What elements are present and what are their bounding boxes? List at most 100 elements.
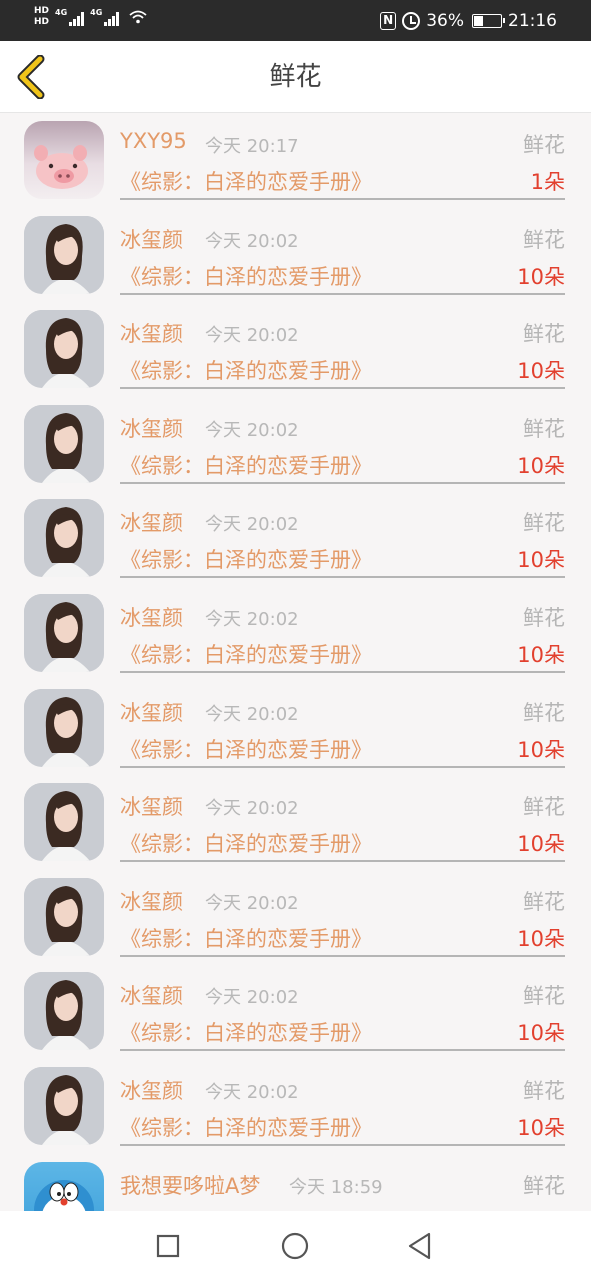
gift-type-label: 鲜花 bbox=[523, 1079, 565, 1103]
wifi-icon bbox=[129, 10, 147, 24]
status-left: HD HD 4G 4G bbox=[34, 6, 147, 28]
timestamp: 今天 20:02 bbox=[205, 798, 299, 820]
list-item-content: 冰玺颜 今天 20:02 鲜花《综影：白泽的恋爱手册》 10朵 bbox=[120, 775, 565, 863]
book-title[interactable]: 《综影：白泽的恋爱手册》 bbox=[120, 639, 372, 669]
avatar[interactable] bbox=[24, 688, 104, 767]
list-item[interactable]: 冰玺颜 今天 20:02 鲜花《综影：白泽的恋爱手册》 10朵 bbox=[0, 775, 591, 870]
hd-indicator: HD HD bbox=[34, 6, 49, 28]
battery-icon: ⚡ bbox=[472, 13, 505, 28]
clock: 21:16 bbox=[508, 10, 557, 31]
gift-type-label: 鲜花 bbox=[523, 133, 565, 157]
list-item[interactable]: 冰玺颜 今天 20:02 鲜花 《综影：白泽的恋爱手册》 10朵 bbox=[0, 208, 591, 303]
username[interactable]: 冰玺颜 bbox=[120, 886, 183, 916]
pig-avatar-art bbox=[34, 145, 88, 189]
book-title[interactable]: 《综影：白泽的恋爱手册》 bbox=[120, 544, 372, 574]
gift-count: 10朵 bbox=[517, 832, 565, 857]
gift-count: 10朵 bbox=[517, 548, 565, 573]
timestamp: 今天 20:02 bbox=[205, 1082, 299, 1103]
username[interactable]: 冰玺颜 bbox=[120, 507, 183, 537]
list-item-content: 冰玺颜 今天 20:02 鲜花 《综影：白泽的恋爱手册》 10朵 bbox=[120, 681, 565, 768]
hd2-label: HD bbox=[34, 17, 50, 27]
avatar[interactable] bbox=[24, 877, 104, 956]
avatar[interactable] bbox=[24, 310, 104, 389]
woman-avatar-art bbox=[24, 972, 104, 1051]
avatar[interactable] bbox=[24, 594, 104, 672]
book-title[interactable]: 《综影：白泽的恋爱手册》 bbox=[120, 261, 372, 291]
username[interactable]: YXY95 bbox=[120, 129, 187, 153]
gift-type-label: 鲜花 bbox=[523, 227, 565, 252]
gift-count: 10朵 bbox=[517, 1021, 565, 1046]
timestamp: 今天 20:02 bbox=[205, 514, 299, 536]
timestamp: 今天 18:59 bbox=[289, 1176, 383, 1198]
avatar[interactable] bbox=[24, 499, 104, 578]
gift-type-label: 鲜花 bbox=[523, 416, 565, 441]
list-item-content: YXY95 今天 20:17 鲜花 《综影：白泽的恋爱手册》 1朵 bbox=[120, 113, 565, 200]
avatar[interactable] bbox=[24, 404, 104, 483]
navigation-bar bbox=[0, 1211, 591, 1280]
woman-avatar-art bbox=[24, 310, 104, 389]
username[interactable]: 冰玺颜 bbox=[120, 980, 183, 1010]
book-title[interactable]: 《综影：白泽的恋爱手册》 bbox=[120, 166, 372, 196]
flower-gift-list[interactable]: YXY95 今天 20:17 鲜花 《综影：白泽的恋爱手册》 1朵 冰玺颜 今天 20:02… bbox=[0, 113, 591, 1211]
timestamp: 今天 20:02 bbox=[205, 609, 299, 630]
battery-percent: 36% bbox=[426, 10, 464, 31]
doraemon-avatar-art bbox=[34, 1179, 94, 1211]
gift-type-label: 鲜花 bbox=[523, 795, 565, 820]
gift-type-label: 鲜花 bbox=[523, 511, 565, 536]
list-item[interactable]: 冰玺颜 今天 20:02 鲜花 《综影：白泽的恋爱手册》 10朵 bbox=[0, 586, 591, 681]
avatar[interactable] bbox=[24, 972, 104, 1051]
username[interactable]: 冰玺颜 bbox=[120, 602, 183, 632]
gift-type-label: 鲜花 bbox=[523, 1173, 565, 1198]
list-item[interactable]: 冰玺颜 今天 20:02 鲜花 《综影：白泽的恋爱手册》 10朵 bbox=[0, 870, 591, 965]
title-bar: 鲜花 bbox=[0, 41, 591, 113]
gift-count: 10朵 bbox=[517, 926, 565, 951]
book-title[interactable]: 《综影：白泽的恋爱手册》 bbox=[120, 923, 372, 953]
charging-icon: ⚡ bbox=[482, 13, 490, 27]
status-bar: HD HD 4G 4G N 36% ⚡ 21:16 bbox=[0, 0, 591, 41]
username[interactable]: 冰玺颜 bbox=[120, 224, 183, 254]
book-title[interactable]: 《综影：白泽的恋爱手册》 bbox=[120, 1017, 372, 1047]
username[interactable]: 我想要哆啦A梦 bbox=[120, 1170, 260, 1200]
list-item[interactable]: 冰玺颜 今天 20:02 鲜花《综影：白泽的恋爱手册》 10朵 bbox=[0, 1059, 591, 1154]
list-item-content: 冰玺颜 今天 20:02 鲜花 《综影：白泽的恋爱手册》 10朵 bbox=[120, 208, 565, 295]
list-item[interactable]: 冰玺颜 今天 20:02 鲜花《综影：白泽的恋爱手册》 10朵 bbox=[0, 491, 591, 586]
book-title[interactable]: 《综影：白泽的恋爱手册》 bbox=[120, 734, 372, 764]
avatar[interactable] bbox=[24, 121, 104, 199]
gift-type-label: 鲜花 bbox=[523, 322, 565, 347]
avatar[interactable] bbox=[24, 1067, 104, 1145]
signal-icon: 4G bbox=[55, 8, 85, 26]
username[interactable]: 冰玺颜 bbox=[120, 697, 183, 727]
username[interactable]: 冰玺颜 bbox=[120, 791, 183, 821]
status-right: N 36% ⚡ 21:16 bbox=[380, 0, 557, 41]
book-title[interactable]: 《综影：白泽的恋爱手册》 bbox=[120, 828, 372, 858]
list-item[interactable]: 冰玺颜 今天 20:02 鲜花 《综影：白泽的恋爱手册》 10朵 bbox=[0, 397, 591, 492]
list-item-content: 冰玺颜 今天 20:02 鲜花 《综影：白泽的恋爱手册》 10朵 bbox=[120, 586, 565, 673]
gift-type-label: 鲜花 bbox=[523, 984, 565, 1009]
sim1-network-label: 4G bbox=[55, 8, 68, 17]
list-item-content: 我想要哆啦A梦今天 18:59鲜花《综影：白泽的恋爱手册》10朵 bbox=[120, 1154, 565, 1211]
list-item[interactable]: 冰玺颜 今天 20:02 鲜花 《综影：白泽的恋爱手册》 10朵 bbox=[0, 302, 591, 397]
avatar[interactable] bbox=[24, 783, 104, 862]
list-item[interactable]: YXY95 今天 20:17 鲜花 《综影：白泽的恋爱手册》 1朵 bbox=[0, 113, 591, 208]
sim2-network-label: 4G bbox=[90, 8, 103, 17]
username[interactable]: 冰玺颜 bbox=[120, 413, 183, 443]
book-title[interactable]: 《综影：白泽的恋爱手册》 bbox=[120, 1112, 372, 1142]
timestamp: 今天 20:02 bbox=[205, 703, 299, 725]
hd1-label: HD bbox=[34, 6, 50, 16]
gift-count: 10朵 bbox=[517, 1116, 565, 1140]
avatar[interactable] bbox=[24, 215, 104, 294]
list-item[interactable]: 冰玺颜 今天 20:02 鲜花 《综影：白泽的恋爱手册》 10朵 bbox=[0, 681, 591, 776]
woman-avatar-art bbox=[24, 783, 104, 862]
username[interactable]: 冰玺颜 bbox=[120, 1075, 183, 1105]
book-title[interactable]: 《综影：白泽的恋爱手册》 bbox=[120, 450, 372, 480]
avatar[interactable] bbox=[24, 1161, 104, 1211]
list-item[interactable]: 我想要哆啦A梦今天 18:59鲜花《综影：白泽的恋爱手册》10朵 bbox=[0, 1154, 591, 1211]
book-title[interactable]: 《综影：白泽的恋爱手册》 bbox=[120, 355, 372, 385]
list-item-content: 冰玺颜 今天 20:02 鲜花 《综影：白泽的恋爱手册》 10朵 bbox=[120, 964, 565, 1052]
circle-icon[interactable] bbox=[280, 1231, 310, 1261]
triangle-back-icon[interactable] bbox=[405, 1231, 435, 1261]
username[interactable]: 冰玺颜 bbox=[120, 318, 183, 348]
square-icon[interactable] bbox=[153, 1231, 183, 1261]
list-item[interactable]: 冰玺颜 今天 20:02 鲜花 《综影：白泽的恋爱手册》 10朵 bbox=[0, 964, 591, 1059]
gift-count: 1朵 bbox=[530, 170, 565, 194]
